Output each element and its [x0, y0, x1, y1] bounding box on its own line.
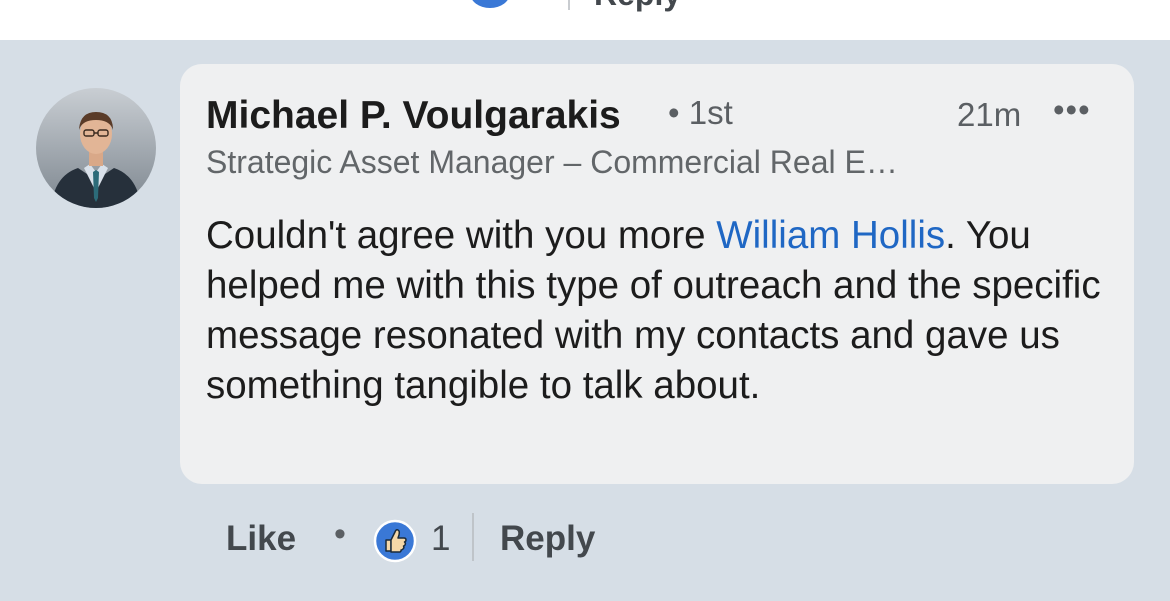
like-reaction-icon[interactable]	[373, 519, 417, 563]
reaction-icon	[470, 0, 510, 8]
author-headline: Strategic Asset Manager – Commercial Rea…	[206, 144, 898, 180]
connection-degree: • 1st	[668, 94, 733, 131]
more-options-icon[interactable]: •••	[1053, 91, 1091, 129]
comment-text-start: Couldn't agree with you more	[206, 214, 717, 257]
like-button[interactable]: Like	[226, 519, 296, 559]
comment-bubble: Michael P. Voulgarakis • 1st 21m ••• Str…	[180, 64, 1134, 484]
separator-dot: •	[334, 515, 346, 553]
mention-link[interactable]: William Hollis	[716, 214, 945, 257]
author-name[interactable]: Michael P. Voulgarakis	[206, 94, 621, 138]
comment-timestamp: 21m	[957, 96, 1022, 133]
reply-button[interactable]: Reply	[594, 0, 681, 13]
action-divider	[472, 513, 474, 561]
reply-button[interactable]: Reply	[500, 519, 595, 559]
previous-comment-actions: Reply	[0, 0, 1170, 40]
divider	[568, 0, 570, 10]
avatar[interactable]	[36, 88, 156, 208]
reaction-count[interactable]: 1	[431, 519, 450, 559]
comment-text: Couldn't agree with you more William Hol…	[206, 211, 1106, 411]
comment-actions: Like • 1 Reply	[226, 513, 826, 565]
